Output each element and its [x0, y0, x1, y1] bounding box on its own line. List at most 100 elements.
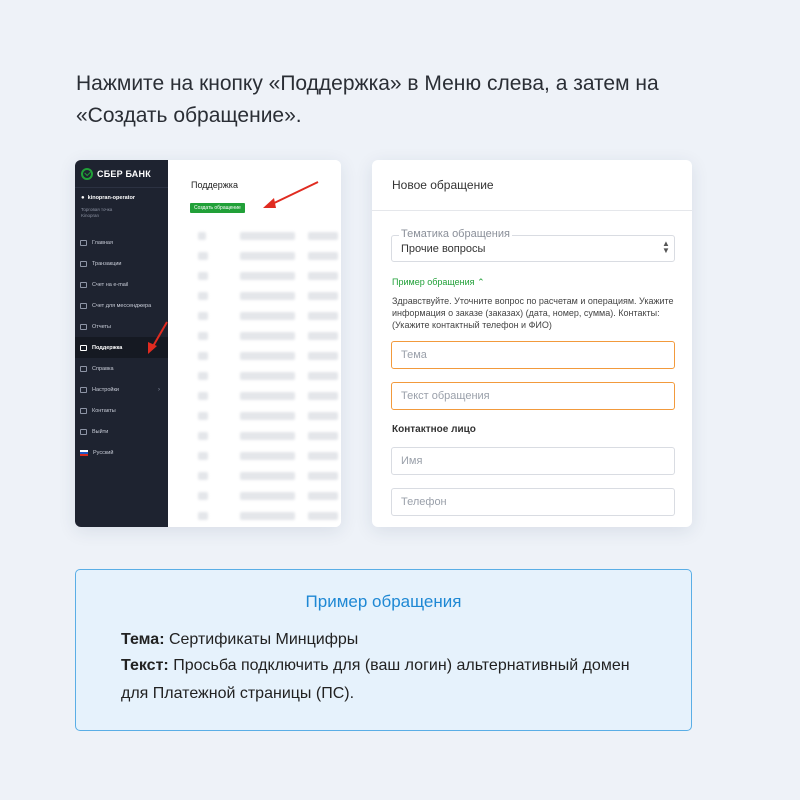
blurred-cell [240, 232, 295, 240]
blurred-cell [308, 292, 338, 300]
contact-section-title: Контактное лицо [392, 424, 476, 435]
support-page-screenshot: СБЕР БАНК ● kinopran-operator Торговая т… [75, 160, 341, 527]
example-request-link[interactable]: Пример обращения ⌃ [392, 277, 485, 288]
example-subject-label: Тема: [121, 631, 165, 648]
sidebar-item-reports[interactable]: Отчеты [75, 316, 168, 337]
sidebar-item-language[interactable]: Русский [75, 442, 168, 463]
blurred-cell [308, 472, 338, 480]
example-subject-value: Сертификаты Минцифры [168, 631, 359, 648]
sidebar-item-logout[interactable]: Выйти [75, 421, 168, 442]
blurred-cell [308, 232, 338, 240]
blurred-cell [308, 332, 338, 340]
blurred-cell [240, 472, 295, 480]
blurred-cell [198, 372, 208, 380]
subject-input[interactable]: Тема [391, 341, 675, 369]
blurred-cell [308, 512, 338, 520]
sidebar-item-help[interactable]: Справка [75, 358, 168, 379]
select-caret-icon: ▲ ▼ [662, 239, 670, 255]
blurred-cell [308, 412, 338, 420]
chart-icon [80, 323, 87, 330]
blurred-cell [198, 252, 208, 260]
blurred-cell [198, 452, 208, 460]
sidebar-item-contacts[interactable]: Контакты [75, 400, 168, 421]
user-store: Торговая точка Kinopran [81, 207, 113, 218]
create-request-button[interactable]: Создать обращение [190, 203, 245, 213]
home-icon [80, 239, 87, 246]
user-block[interactable]: ● kinopran-operator Торговая точка Kinop… [75, 188, 168, 232]
blurred-cell [198, 312, 208, 320]
phone-input[interactable]: Телефон [391, 488, 675, 516]
blurred-cell [240, 272, 295, 280]
blurred-cell [308, 452, 338, 460]
sidebar-item-settings[interactable]: Настройки › [75, 379, 168, 400]
logout-icon [80, 428, 87, 435]
example-subject-line: Тема: Сертификаты Минцифры [121, 626, 661, 654]
logo: СБЕР БАНК [75, 160, 168, 188]
help-icon [80, 365, 87, 372]
sidebar-item-home[interactable]: Главная [75, 232, 168, 253]
chevron-right-icon: › [158, 386, 160, 393]
example-box: Пример обращения Тема: Сертификаты Минци… [75, 569, 692, 731]
blurred-cell [198, 292, 208, 300]
blurred-cell [240, 452, 295, 460]
blurred-cell [308, 392, 338, 400]
gear-icon [80, 386, 87, 393]
example-text-label: Текст: [121, 657, 169, 674]
example-text-line: Текст: Просьба подключить для (ваш логин… [121, 652, 661, 708]
blurred-cell [198, 332, 208, 340]
logo-text: СБЕР БАНК [97, 168, 151, 179]
example-box-title: Пример обращения [305, 592, 462, 611]
blurred-cell [240, 252, 295, 260]
blurred-cell [240, 372, 295, 380]
phone-icon [80, 407, 87, 414]
name-input[interactable]: Имя [391, 447, 675, 475]
blurred-cell [240, 412, 295, 420]
blurred-cell [308, 272, 338, 280]
blurred-cell [198, 472, 208, 480]
message-input[interactable]: Текст обращения [391, 382, 675, 410]
russian-flag-icon [80, 449, 88, 456]
blurred-cell [198, 432, 208, 440]
instruction-text: Нажмите на кнопку «Поддержка» в Меню сле… [76, 72, 659, 127]
topic-select-label: Тематика обращения [399, 228, 512, 240]
blurred-cell [308, 432, 338, 440]
form-header: Новое обращение [372, 160, 692, 211]
sber-logo-icon [81, 167, 93, 180]
blurred-cell [240, 432, 295, 440]
mail-icon [80, 281, 87, 288]
chat-icon [80, 344, 87, 351]
example-request-text: Здравствуйте. Уточните вопрос по расчета… [392, 296, 674, 330]
sidebar: СБЕР БАНК ● kinopran-operator Торговая т… [75, 160, 168, 527]
blurred-cell [308, 492, 338, 500]
sidebar-item-support[interactable]: Поддержка [75, 337, 168, 358]
content-title: Поддержка [191, 180, 238, 190]
topic-select-value: Прочие вопросы [401, 243, 486, 255]
example-text-value: Просьба подключить для (ваш логин) альте… [121, 657, 630, 702]
blurred-cell [308, 252, 338, 260]
blurred-cell [240, 292, 295, 300]
blurred-cell [308, 312, 338, 320]
blurred-cell [240, 352, 295, 360]
cart-icon [80, 260, 87, 267]
message-icon [80, 302, 87, 309]
user-name: kinopran-operator [87, 195, 135, 201]
blurred-cell [308, 352, 338, 360]
blurred-cell [198, 232, 206, 240]
blurred-cell [198, 492, 208, 500]
user-icon: ● [81, 195, 85, 201]
blurred-cell [198, 512, 208, 520]
sidebar-item-email-invoice[interactable]: Счет на e-mail [75, 274, 168, 295]
blurred-cell [198, 392, 208, 400]
blurred-cell [240, 312, 295, 320]
sidebar-item-messenger-invoice[interactable]: Счет для мессенджера [75, 295, 168, 316]
blurred-cell [198, 352, 208, 360]
blurred-cell [308, 372, 338, 380]
blurred-cell [198, 412, 208, 420]
blurred-cell [198, 272, 208, 280]
support-content: Поддержка Создать обращение [168, 160, 341, 527]
blurred-cell [240, 392, 295, 400]
sidebar-item-transactions[interactable]: Транзакции [75, 253, 168, 274]
blurred-cell [240, 492, 295, 500]
blurred-cell [240, 332, 295, 340]
chevron-up-icon: ⌃ [477, 277, 485, 287]
